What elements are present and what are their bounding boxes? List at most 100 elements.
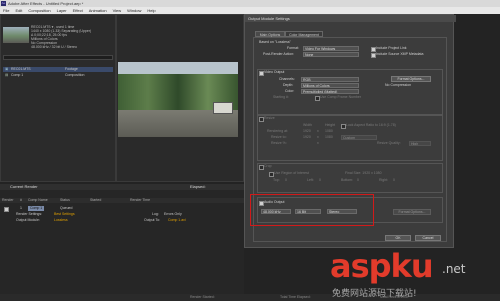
use-comp-frame-label: Use Comp Frame Number [320,95,362,99]
menu-effect[interactable]: Effect [70,7,86,14]
resize-quality-label: Resize Quality: [377,141,401,145]
height-col-label: Height [325,123,336,127]
watermark-tld: .net [442,262,466,276]
project-item-type: Footage [65,67,78,71]
render-settings-link[interactable]: Best Settings [54,212,75,217]
project-search-input[interactable] [3,55,113,60]
rendering-height: 1080 [325,129,333,133]
project-item-type: Composition [65,73,85,77]
menu-file[interactable]: File [0,7,12,14]
col-comp: Comp Name [28,198,48,202]
current-render-label: Current Render [10,184,38,189]
depth-select[interactable]: Millions of Colors [301,83,359,88]
width-col-label: Width [303,123,312,127]
resize-to-label: Resize to: [271,135,287,139]
resize-width-input[interactable]: 1920 [303,135,311,140]
rendering-x: x [317,129,319,133]
cancel-button[interactable]: Cancel [415,235,441,241]
crop-right-label: Right: [379,178,389,182]
project-item[interactable]: ▤ Comp 1 Composition [3,73,113,78]
render-queue-panel: Current Render Elapsed: Render # Comp Na… [0,184,254,301]
final-size-label: Final Size: 1920 x 1080 [345,171,382,175]
menu-help[interactable]: Help [144,7,158,14]
resize-label: Resize [264,116,275,120]
depth-label: Depth: [283,83,294,87]
resize-quality-select[interactable]: High [409,141,431,146]
color-label: Color: [285,89,295,93]
menu-window[interactable]: Window [124,7,144,14]
render-queue-header: Current Render Elapsed: [0,184,254,190]
audio-output-highlight [250,194,374,226]
watermark-brand: aspku [330,247,434,285]
footage-info: REC01.MTS ▾ , used 1 time 1440 x 1080 (1… [31,25,91,49]
crop-label: Crop [264,164,272,168]
row-num: 1 [20,206,22,210]
bus-image [213,102,233,114]
output-module-label: Output Module: [16,218,40,222]
log-select[interactable]: Errors Only [164,212,182,217]
crop-top-label: Top: [273,178,280,182]
menu-animation[interactable]: Animation [86,7,110,14]
channels-select[interactable]: RGB [301,77,359,82]
use-roi-label: Use Region of Interest [274,171,309,175]
watermark-subtitle: 免费网站源码下载站! [332,289,417,299]
output-module-link[interactable]: Lossless [54,218,68,223]
menu-edit[interactable]: Edit [12,7,25,14]
project-item[interactable]: ▣ REC01.MTS Footage [3,67,113,72]
project-item-name: REC01.MTS [11,67,31,71]
render-started-label: Render Started: [190,295,215,299]
lock-aspect-label: Lock Aspect Ratio to 16:9 (1.78) [346,123,396,127]
include-xmp-label: Include Source XMP Metadata [376,52,424,56]
window-titlebar: Ae Adobe After Effects - Untitled Projec… [0,0,500,7]
col-num: # [20,198,22,202]
compression-label: No Compression [385,83,412,87]
col-started: Started [90,198,102,202]
elapsed-label: Elapsed: [190,184,206,189]
menu-view[interactable]: View [110,7,125,14]
crop-bottom-label: Bottom: [341,178,354,182]
render-settings-row: Render Settings: Best Settings Log: Erro… [6,212,244,217]
crop-right-input[interactable]: 0 [393,178,395,183]
menu-composition[interactable]: Composition [25,7,53,14]
footage-thumbnail [3,27,29,43]
render-settings-label: Render Settings: [16,212,43,216]
format-label: Format: [287,46,300,50]
resize-x: x [317,135,319,139]
output-to-label: Output To: [144,218,161,222]
post-render-select[interactable]: None [303,52,359,57]
project-panel: REC01.MTS ▾ , used 1 time 1440 x 1080 (1… [0,14,116,182]
output-module-row: Output Module: Lossless Output To: Comp … [6,218,244,223]
render-queue-columns: Render # Comp Name Status Started Render… [0,198,244,203]
menu-bar: File Edit Composition Layer Effect Animation V… [0,7,500,14]
resize-height-input[interactable]: 1080 [325,135,333,140]
dialog-title: Output Module Settings [245,15,456,22]
color-select[interactable]: Premultiplied (Matted) [301,89,359,94]
composition-viewer[interactable] [118,62,238,137]
after-effects-logo-icon: Ae [1,1,6,6]
crop-bottom-input[interactable]: 0 [357,178,359,183]
col-status: Status [60,198,70,202]
col-render: Render [2,198,14,202]
crop-left-input[interactable]: 0 [319,178,321,183]
audio-format-options-button[interactable]: Format Options... [393,209,431,215]
ok-button[interactable]: OK [385,235,411,241]
video-format-options-button[interactable]: Format Options... [391,76,431,82]
render-queue-row[interactable]: 1 Comp 1 Queued [0,206,244,212]
video-output-label: Video Output [264,70,285,74]
rendering-at-label: Rendering at: [267,129,289,133]
row-comp: Comp 1 [28,206,45,211]
footage-info-audio: 48.000 kHz / 32 bit U / Stereo [31,45,77,49]
resize-pct-label: Resize %: [271,141,287,145]
starting-label: Starting #: [273,95,289,99]
rendering-width: 1920 [303,129,311,133]
log-label: Log: [152,212,159,216]
menu-layer[interactable]: Layer [54,7,70,14]
resize-preset-select[interactable]: Custom [341,135,377,140]
include-project-link-label: Include Project Link [376,46,407,50]
crop-top-input[interactable]: 0 [285,178,287,183]
watermark-logo: aspku .net 免费网站源码下载站! [330,248,500,301]
format-select[interactable]: Video For Windows [303,46,359,51]
output-to-link[interactable]: Comp 1.avi [168,218,186,223]
crop-left-label: Left: [307,178,314,182]
based-on-label: Based on "Lossless" [259,40,291,44]
